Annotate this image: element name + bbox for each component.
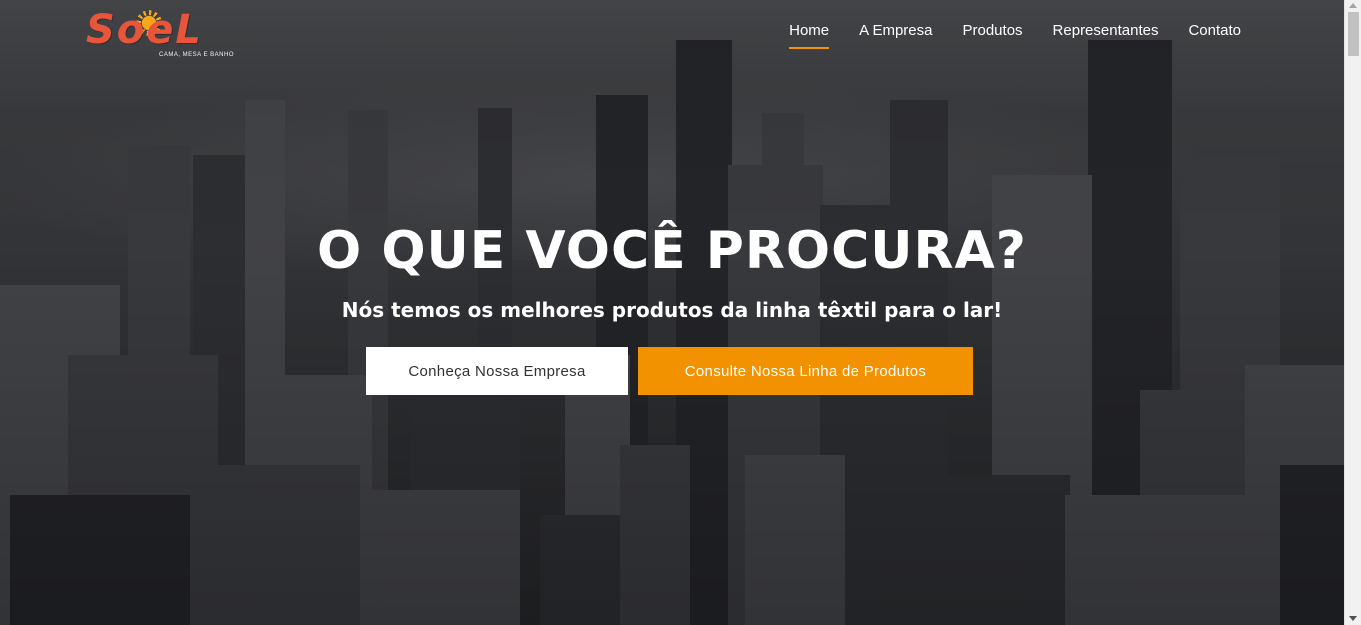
hero-subtitle: Nós temos os melhores produtos da linha …	[341, 298, 1003, 322]
logo-tagline: CAMA, MESA E BANHO	[159, 52, 235, 58]
page-scrollbar[interactable]	[1344, 0, 1361, 625]
hero-content: O QUE VOCÊ PROCURA? Nós temos os melhore…	[0, 218, 1344, 324]
scroll-thumb[interactable]	[1348, 12, 1359, 56]
logo-wordmark: SoeL	[86, 7, 203, 53]
company-button[interactable]: Conheça Nossa Empresa	[366, 347, 628, 395]
nav-home[interactable]: Home	[789, 20, 830, 49]
scroll-up-icon[interactable]	[1349, 3, 1357, 8]
nav-representantes[interactable]: Representantes	[1053, 20, 1159, 49]
products-button[interactable]: Consulte Nossa Linha de Produtos	[638, 347, 973, 395]
hero-title: O QUE VOCÊ PROCURA?	[317, 221, 1027, 281]
nav-produtos[interactable]: Produtos	[963, 20, 1023, 49]
nav-a-empresa[interactable]: A Empresa	[859, 20, 932, 49]
hero-buttons: Conheça Nossa Empresa Consulte Nossa Lin…	[366, 347, 973, 395]
site-logo[interactable]: SoeL CAMA, MESA E BANHO	[86, 6, 234, 60]
main-nav: Home A Empresa Produtos Representantes C…	[789, 20, 1241, 49]
scroll-down-icon[interactable]	[1349, 616, 1357, 621]
nav-contato[interactable]: Contato	[1188, 20, 1241, 49]
